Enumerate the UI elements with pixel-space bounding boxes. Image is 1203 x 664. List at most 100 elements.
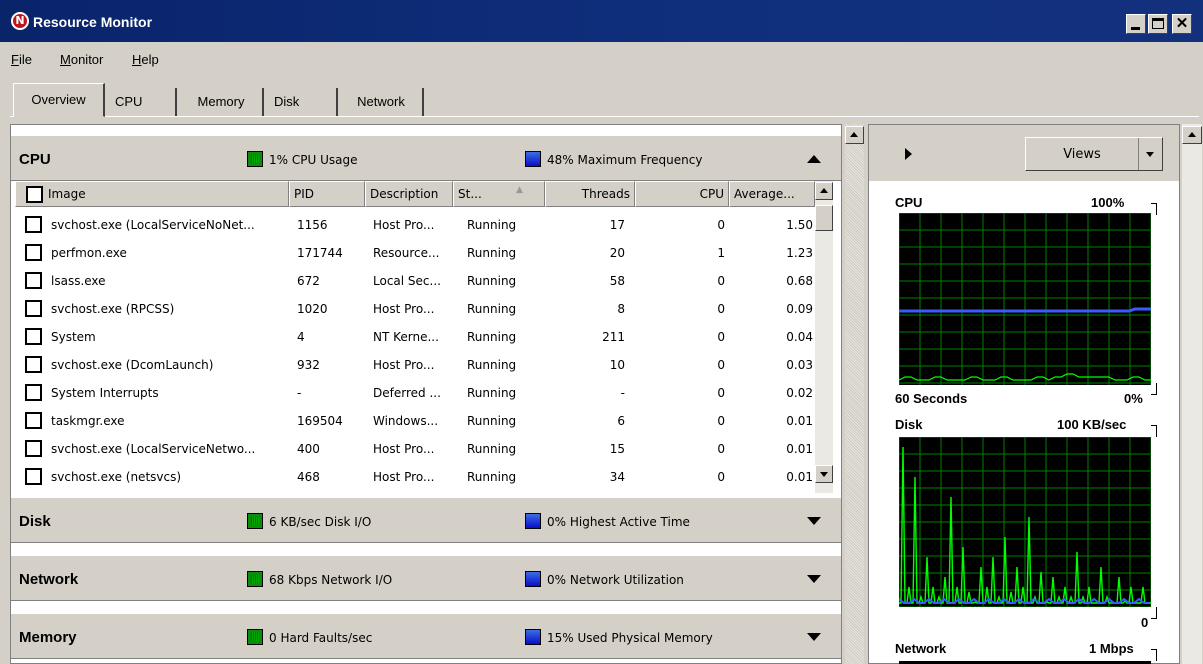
table-row[interactable]: svchost.exe (netsvcs) 468 Host Pro... Runni… [15,463,815,491]
table-row[interactable]: System Interrupts - Deferred ... Running - 0 0… [15,379,815,407]
table-cell: Running [467,218,517,232]
tab-overview[interactable]: Overview [13,83,105,117]
column-threads[interactable]: Threads [545,181,635,207]
table-cell: lsass.exe [51,274,106,288]
scroll-up-button[interactable] [845,126,864,144]
tab-divider [10,116,1199,117]
table-row[interactable]: taskmgr.exe 169504 Windows... Running 6 0 0.01 [15,407,815,435]
network-utilization-text: 0% Network Utilization [547,573,684,587]
table-cell: 0.02 [786,386,813,400]
row-checkbox[interactable] [25,272,42,289]
row-checkbox[interactable] [25,244,42,261]
memory-section-header[interactable]: Memory 0 Hard Faults/sec 15% Used Physic… [11,613,841,659]
table-cell: 468 [297,470,320,484]
row-checkbox[interactable] [25,384,42,401]
column-pid[interactable]: PID [289,181,365,207]
expand-arrow-icon[interactable] [807,633,821,641]
table-cell: Running [467,414,517,428]
table-cell: 211 [602,330,625,344]
column-cpu[interactable]: CPU [635,181,729,207]
menu-help[interactable]: Help [132,52,159,67]
column-image[interactable]: Image [15,181,289,207]
tab-disk[interactable]: Disk [266,88,338,116]
scroll-thumb[interactable] [815,205,833,231]
table-cell: - [620,386,625,400]
table-scrollbar[interactable] [815,181,833,493]
table-row[interactable]: lsass.exe 672 Local Sec... Running 58 0 0.68 [15,267,815,295]
section-title: Memory [19,629,77,646]
select-all-checkbox[interactable] [26,186,43,203]
tab-network[interactable]: Network [340,88,424,116]
tab-cpu[interactable]: CPU [107,88,177,116]
graph-panel-scrollbar[interactable] [1182,124,1202,664]
row-checkbox[interactable] [25,356,42,373]
table-cell: Running [467,274,517,288]
network-section-header[interactable]: Network 68 Kbps Network I/O 0% Network U… [11,555,841,601]
table-row[interactable]: perfmon.exe 171744 Resource... Running 20 1 1.… [15,239,815,267]
expand-arrow-icon[interactable] [807,517,821,525]
row-checkbox[interactable] [25,216,42,233]
table-cell: 8 [617,302,625,316]
maximize-button[interactable] [1148,14,1168,34]
table-cell: 0 [717,330,725,344]
close-button[interactable]: ✕ [1172,14,1192,34]
cpu-usage-legend-icon [247,151,263,167]
table-cell: Deferred ... [373,386,441,400]
scroll-down-button[interactable] [815,465,833,483]
menu-monitor[interactable]: Monitor [60,52,103,67]
column-status[interactable]: St... ▲ [453,181,545,207]
row-checkbox[interactable] [25,440,42,457]
column-average-cpu[interactable]: Average... [729,181,815,207]
menu-file[interactable]: File [11,52,32,67]
table-row[interactable]: svchost.exe (LocalServiceNetwo... 400 Host… [15,435,815,463]
close-icon: ✕ [1175,15,1189,32]
table-cell: svchost.exe (netsvcs) [51,470,182,484]
views-dropdown[interactable] [1138,138,1162,170]
overview-scrollbar[interactable] [845,124,864,664]
cpu-section-header[interactable]: CPU 1% CPU Usage 48% Maximum Frequency [11,135,841,181]
scroll-up-icon [820,188,828,193]
expand-arrow-icon[interactable] [807,575,821,583]
column-description[interactable]: Description [365,181,453,207]
row-checkbox[interactable] [25,412,42,429]
overview-panel: CPU 1% CPU Usage 48% Maximum Frequency I… [10,124,842,664]
table-cell: System Interrupts [51,386,159,400]
row-checkbox[interactable] [25,300,42,317]
table-row[interactable]: svchost.exe (LocalServiceNoNet... 1156 Hos… [15,211,815,239]
table-row[interactable]: svchost.exe (DcomLaunch) 932 Host Pro... Ru… [15,351,815,379]
views-label: Views [1063,147,1101,162]
table-row[interactable]: System 4 NT Kerne... Running 211 0 0.04 [15,323,815,351]
table-row[interactable]: svchost.exe (RPCSS) 1020 Host Pro... Runnin… [15,295,815,323]
scroll-up-button[interactable] [1182,126,1202,144]
table-cell: 171744 [297,246,343,260]
network-io-text: 68 Kbps Network I/O [269,573,393,587]
table-cell: 0 [717,414,725,428]
table-cell: 400 [297,442,320,456]
table-cell: 0.01 [786,442,813,456]
row-checkbox[interactable] [25,468,42,485]
scroll-down-icon [820,472,828,477]
views-button[interactable]: Views [1025,137,1163,171]
table-cell: 0 [717,470,725,484]
table-cell: 0 [717,218,725,232]
collapse-panel-icon[interactable] [905,148,912,160]
scroll-up-button[interactable] [815,182,833,200]
table-cell: 1.50 [786,218,813,232]
table-cell: svchost.exe (RPCSS) [51,302,175,316]
disk-section-header[interactable]: Disk 6 KB/sec Disk I/O 0% Highest Active… [11,497,841,543]
row-checkbox[interactable] [25,328,42,345]
collapse-arrow-icon[interactable] [807,155,821,163]
table-cell: 0.03 [786,358,813,372]
table-cell: 0 [717,442,725,456]
table-cell: svchost.exe (LocalServiceNoNet... [51,218,255,232]
table-cell: 1020 [297,302,328,316]
minimize-icon [1131,27,1140,30]
tab-memory[interactable]: Memory [180,88,264,116]
table-cell: 34 [609,470,625,484]
network-io-legend-icon [247,571,263,587]
title-bar: N Resource Monitor ✕ [0,0,1203,42]
network-utilization-legend-icon [525,571,541,587]
minimize-button[interactable] [1126,14,1146,34]
section-title: Network [19,571,79,588]
scroll-up-icon [1188,132,1196,137]
